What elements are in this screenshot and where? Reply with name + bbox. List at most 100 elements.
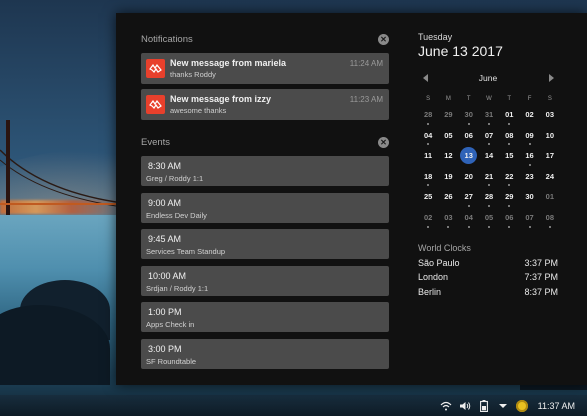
calendar-day[interactable]: 28 bbox=[479, 187, 499, 208]
event-item[interactable]: 9:45 AM Services Team Standup bbox=[141, 229, 389, 259]
weekday-header-cell: T bbox=[466, 96, 471, 102]
world-clock-row: London 7:37 PM bbox=[418, 272, 558, 282]
calendar-day-number: 06 bbox=[505, 212, 514, 222]
calendar-day-number: 15 bbox=[505, 151, 514, 161]
calendar-day-number: 02 bbox=[423, 212, 433, 222]
clear-notifications-button[interactable]: ✕ bbox=[378, 33, 389, 45]
event-indicator-dot bbox=[467, 225, 470, 228]
clear-events-button[interactable]: ✕ bbox=[378, 136, 389, 148]
calendar-day-number: 16 bbox=[525, 151, 534, 161]
calendar-day[interactable]: 11 bbox=[418, 146, 438, 167]
calendar-day-number: 05 bbox=[444, 130, 453, 140]
calendar-day[interactable]: 28 bbox=[418, 105, 438, 126]
event-indicator-dot bbox=[427, 184, 430, 187]
world-clock-time: 7:37 PM bbox=[524, 272, 558, 282]
calendar-day[interactable]: 08 bbox=[499, 126, 519, 147]
calendar-day[interactable]: 19 bbox=[438, 167, 458, 188]
calendar-day-number: 20 bbox=[464, 171, 473, 181]
world-clock-time: 8:37 PM bbox=[524, 287, 558, 297]
notification-item[interactable]: New message from mariela thanks Roddy 11… bbox=[141, 53, 389, 84]
calendar-day-number: 23 bbox=[525, 171, 534, 181]
calendar-day-number: 29 bbox=[505, 192, 514, 202]
world-clock-row: Berlin 8:37 PM bbox=[418, 287, 558, 297]
menu-arrow-icon[interactable] bbox=[496, 399, 510, 413]
calendar-day-number: 30 bbox=[464, 110, 473, 119]
calendar-day[interactable]: 02 bbox=[519, 105, 539, 126]
calendar-day-number: 05 bbox=[484, 212, 494, 222]
calendar-day[interactable]: 25 bbox=[418, 187, 438, 208]
event-title: Apps Check in bbox=[146, 320, 195, 329]
notification-item[interactable]: New message from izzy awesome thanks 11:… bbox=[141, 89, 389, 120]
event-item[interactable]: 9:00 AM Endless Dev Daily bbox=[141, 192, 389, 223]
calendar-day[interactable]: 09 bbox=[519, 126, 539, 147]
volume-icon[interactable] bbox=[458, 399, 472, 413]
calendar-day[interactable]: 30 bbox=[519, 187, 539, 208]
calendar-day[interactable]: 03 bbox=[438, 208, 458, 229]
event-indicator-dot bbox=[427, 225, 430, 228]
calendar-day[interactable]: 26 bbox=[438, 187, 458, 208]
notifications-title: Notifications bbox=[141, 33, 193, 45]
calendar-day[interactable]: 27 bbox=[459, 187, 479, 208]
event-indicator-dot bbox=[447, 225, 450, 228]
calendar-day[interactable]: 04 bbox=[459, 208, 479, 229]
calendar-day[interactable]: 31 bbox=[479, 105, 499, 126]
battery-icon[interactable] bbox=[477, 399, 491, 413]
taskbar-clock[interactable]: 11:37 AM bbox=[538, 401, 575, 411]
event-indicator-dot bbox=[487, 184, 490, 187]
weekday-label: Tuesday bbox=[418, 32, 453, 42]
calendar-day[interactable]: 04 bbox=[418, 126, 438, 147]
calendar-day[interactable]: 21 bbox=[479, 167, 499, 188]
notification-title: New message from mariela bbox=[170, 58, 287, 68]
calendar-week-row: 11 12 13 14 15 16 17 bbox=[418, 146, 560, 167]
event-item[interactable]: 8:30 AM Greg / Roddy 1:1 bbox=[141, 156, 389, 186]
calendar-day[interactable]: 10 bbox=[540, 126, 560, 147]
calendar-day[interactable]: 23 bbox=[519, 167, 539, 188]
calendar-day[interactable]: 22 bbox=[499, 167, 519, 188]
calendar-day-number: 25 bbox=[423, 192, 433, 202]
next-month-icon[interactable] bbox=[549, 74, 554, 82]
weather-sun-icon[interactable] bbox=[515, 399, 529, 413]
event-time: 3:00 PM bbox=[148, 343, 182, 354]
calendar-day[interactable]: 01 bbox=[540, 187, 560, 208]
calendar-day[interactable]: 07 bbox=[479, 126, 499, 147]
weekday-header-cell: S bbox=[426, 96, 431, 102]
calendar-day-number: 13 bbox=[460, 147, 478, 165]
calendar-day[interactable]: 07 bbox=[519, 208, 539, 229]
calendar-day[interactable]: 05 bbox=[479, 208, 499, 229]
calendar-day[interactable]: 08 bbox=[540, 208, 560, 229]
calendar-day[interactable]: 29 bbox=[438, 105, 458, 126]
calendar-day[interactable]: 24 bbox=[540, 167, 560, 188]
calendar-day[interactable]: 14 bbox=[479, 146, 499, 167]
calendar-day-today[interactable]: 13 bbox=[459, 146, 479, 167]
event-time: 9:45 AM bbox=[148, 234, 182, 244]
wifi-icon[interactable] bbox=[439, 399, 453, 413]
event-indicator-dot bbox=[528, 163, 531, 166]
calendar-day[interactable]: 16 bbox=[519, 146, 539, 167]
event-item[interactable]: 3:00 PM SF Roundtable bbox=[141, 338, 389, 369]
event-indicator-dot bbox=[487, 122, 490, 125]
weekday-header-cell: W bbox=[486, 96, 492, 102]
calendar-day[interactable]: 02 bbox=[418, 208, 438, 229]
calendar-day[interactable]: 18 bbox=[418, 167, 438, 188]
calendar-day[interactable]: 20 bbox=[459, 167, 479, 188]
event-indicator-dot bbox=[487, 143, 490, 146]
event-indicator-dot bbox=[528, 225, 531, 228]
calendar-day[interactable]: 15 bbox=[499, 146, 519, 167]
event-item[interactable]: 10:00 AM Srdjan / Roddy 1:1 bbox=[141, 265, 389, 296]
calendar-day-number: 07 bbox=[484, 130, 494, 140]
calendar-day-number: 04 bbox=[423, 130, 433, 140]
month-navigation: June bbox=[418, 71, 558, 85]
calendar-day[interactable]: 17 bbox=[540, 146, 560, 167]
weekday-header-cell: M bbox=[445, 96, 451, 102]
calendar-day[interactable]: 06 bbox=[459, 126, 479, 147]
calendar-day[interactable]: 12 bbox=[438, 146, 458, 167]
calendar-day[interactable]: 05 bbox=[438, 126, 458, 147]
world-clock-city: Berlin bbox=[418, 287, 442, 297]
calendar-day[interactable]: 06 bbox=[499, 208, 519, 229]
calendar-day[interactable]: 01 bbox=[499, 105, 519, 126]
calendar-day[interactable]: 30 bbox=[459, 105, 479, 126]
event-item[interactable]: 1:00 PM Apps Check in bbox=[141, 302, 389, 332]
calendar-day[interactable]: 03 bbox=[540, 105, 560, 126]
calendar-day[interactable]: 29 bbox=[499, 187, 519, 208]
event-indicator-dot bbox=[427, 122, 430, 125]
